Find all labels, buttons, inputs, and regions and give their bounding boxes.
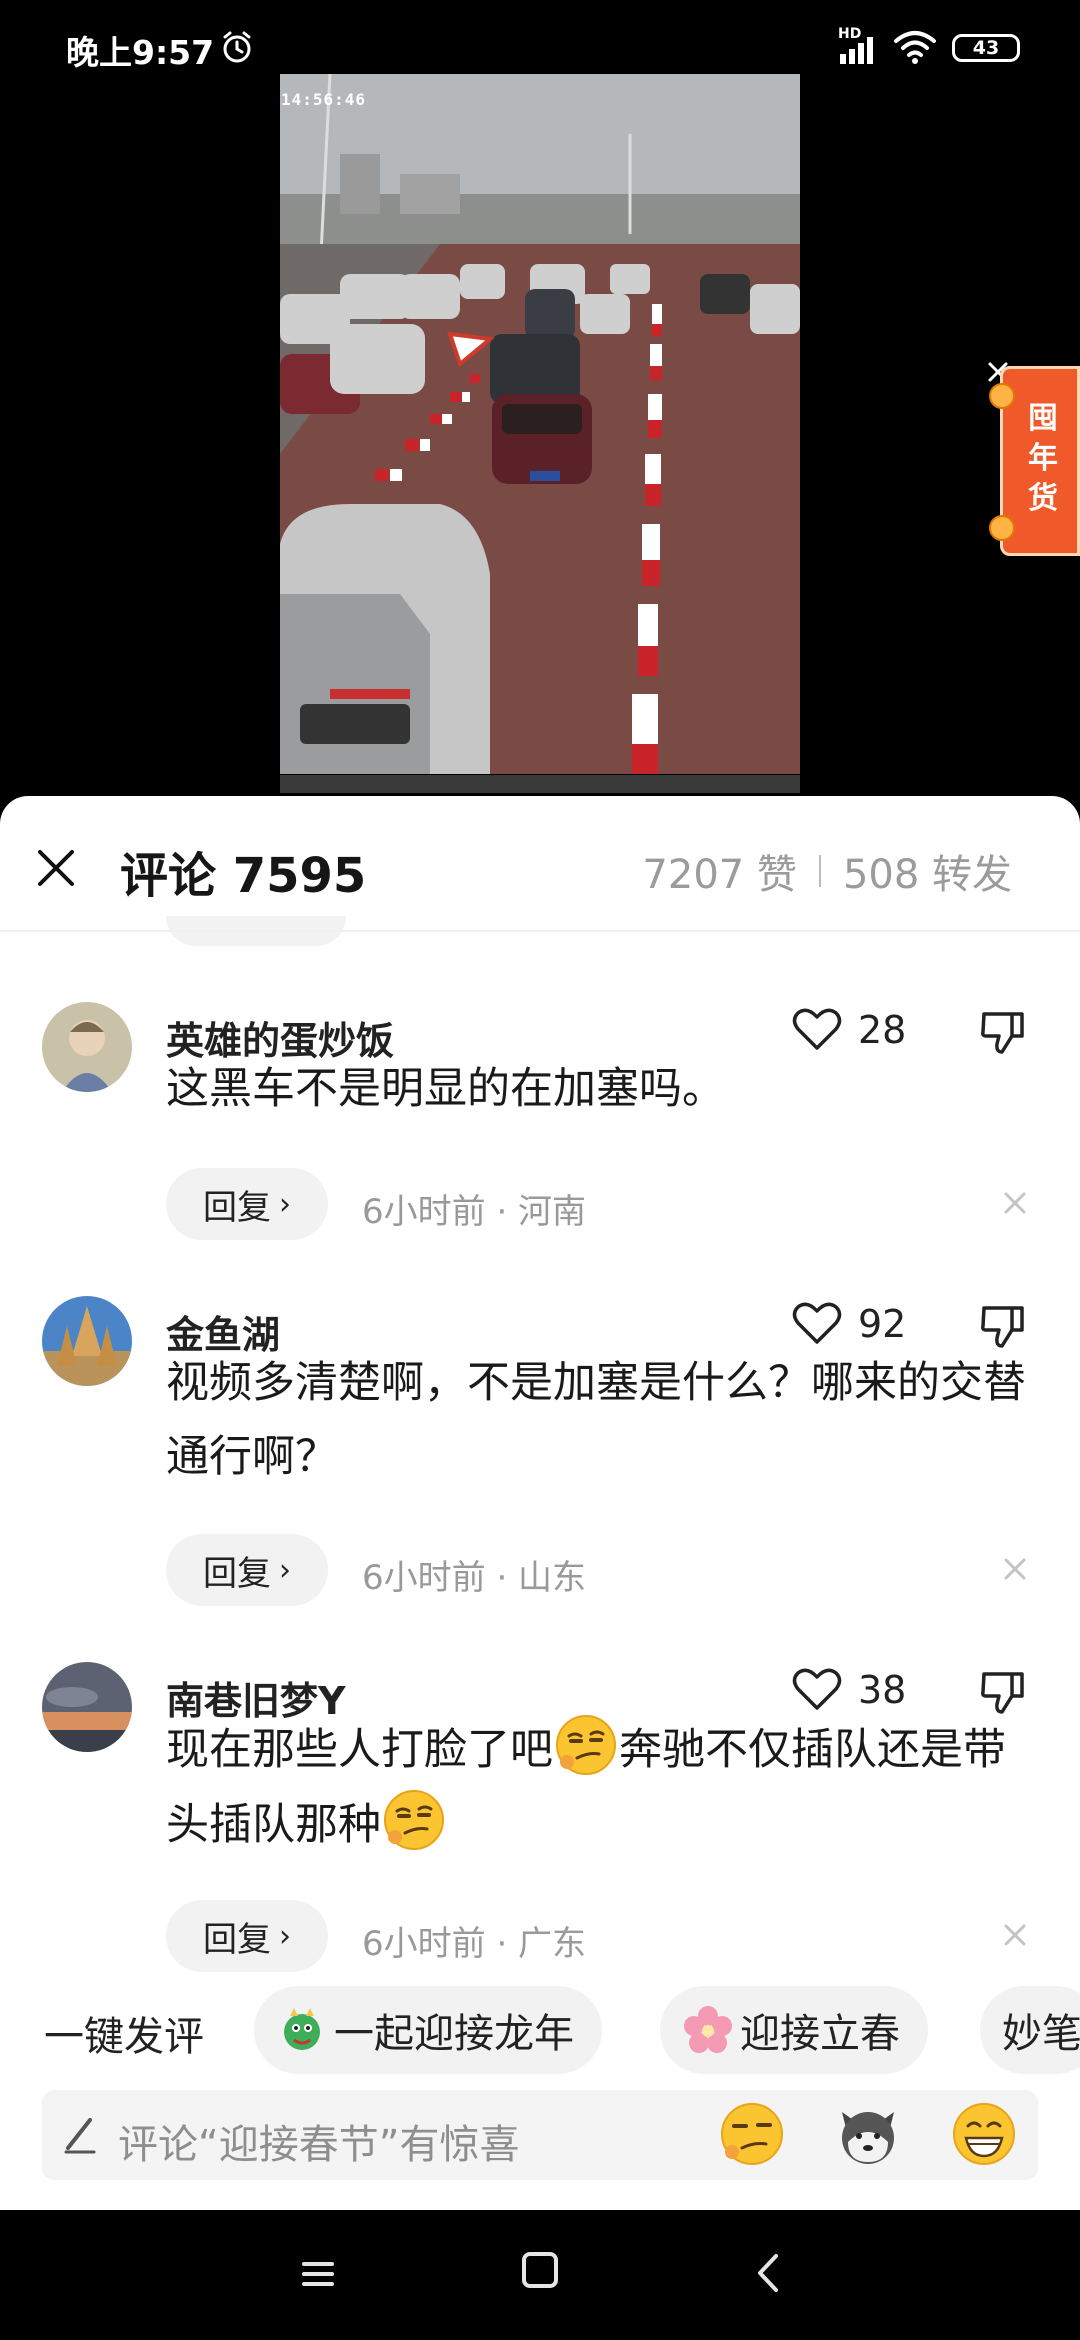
comments-sheet: 评论 7595 7207 赞 508 转发 英雄的蛋炒饭 28 这黑车不是明显的… <box>0 796 1080 2210</box>
reply-label: 回复 <box>203 1553 271 1594</box>
quick-reply-bar: 一键发评 一起迎接龙年 迎接立春 妙笔 <box>0 1980 1080 2080</box>
chip-label: 迎接立春 <box>740 2011 900 2057</box>
video-frame-image <box>280 74 800 774</box>
battery-level: 43 <box>972 37 1000 59</box>
reply-label: 回复 <box>203 1187 271 1228</box>
chevron-right-icon: › <box>279 1552 291 1588</box>
sheet-header: 评论 7595 7207 赞 508 转发 <box>0 796 1080 932</box>
heart-icon <box>792 1668 842 1710</box>
sheet-stats: 7207 赞 508 转发 <box>642 842 1012 900</box>
chevron-right-icon: › <box>279 1186 291 1222</box>
input-placeholder: 评论“迎接春节”有惊喜 <box>118 2122 520 2168</box>
menu-icon[interactable] <box>298 2254 338 2294</box>
dismiss-comment-icon[interactable] <box>998 1552 1032 1586</box>
comment-input[interactable]: 评论“迎接春节”有惊喜 <box>42 2090 1038 2180</box>
dismiss-comment-icon[interactable] <box>998 1918 1032 1952</box>
smirk-emoji-icon <box>384 1790 444 1850</box>
comment-list: 英雄的蛋炒饭 28 这黑车不是明显的在加塞吗。 回复 › 6小时前 · 河南 金… <box>0 932 1080 2036</box>
comments-title: 评论 7595 <box>120 848 367 904</box>
like-count: 92 <box>858 1302 907 1346</box>
thumbs-down-icon[interactable] <box>978 1006 1028 1056</box>
like-button[interactable]: 28 <box>792 1008 908 1052</box>
smirk-emoji-icon[interactable] <box>716 2098 788 2170</box>
home-icon[interactable] <box>522 2252 558 2288</box>
heart-icon <box>792 1008 842 1050</box>
quick-reply-chip[interactable]: 迎接立春 <box>660 1986 928 2074</box>
battery-icon: 43 <box>952 34 1020 62</box>
avatar[interactable] <box>42 1662 132 1752</box>
likes-total: 7207 赞 <box>642 852 797 898</box>
thumbs-down-icon[interactable] <box>978 1300 1028 1350</box>
alarm-icon <box>223 31 251 63</box>
reply-button[interactable]: 回复 › <box>166 1534 328 1606</box>
avatar[interactable] <box>42 1002 132 1092</box>
reply-button[interactable]: 回复 › <box>166 1168 328 1240</box>
chip-label: 一起迎接龙年 <box>334 2011 574 2057</box>
reply-button[interactable]: 回复 › <box>166 1900 328 1972</box>
blossom-icon <box>684 2006 732 2053</box>
chevron-right-icon: › <box>279 1918 291 1954</box>
comment-meta: 6小时前 · 广东 <box>362 1924 587 1964</box>
stats-divider <box>818 855 821 887</box>
like-button[interactable]: 92 <box>792 1302 908 1346</box>
dragon-icon <box>284 2008 320 2050</box>
signal-icon <box>840 37 873 64</box>
wifi-icon <box>894 31 936 64</box>
comment-meta: 6小时前 · 山东 <box>362 1558 587 1598</box>
promo-text: 囤年货 <box>1028 401 1058 516</box>
pen-icon <box>64 2118 96 2154</box>
lantern-icon <box>989 515 1015 541</box>
video-timestamp: 14:56:46 <box>281 90 367 109</box>
quick-reply-chip[interactable]: 妙笔 <box>980 1986 1080 2074</box>
status-time: 晚上9:57 <box>66 33 215 72</box>
close-icon[interactable] <box>30 842 82 894</box>
heart-icon <box>792 1302 842 1344</box>
comment-text-part: 现在那些人打脸了吧 <box>166 1725 553 1775</box>
lantern-icon <box>989 383 1015 409</box>
back-icon[interactable] <box>752 2250 782 2296</box>
comment-text: 视频多清楚啊，不是加塞是什么？哪来的交替通行啊？ <box>166 1358 1026 1482</box>
grin-emoji-icon[interactable] <box>948 2098 1020 2170</box>
like-count: 28 <box>858 1008 907 1052</box>
video-player[interactable] <box>280 74 800 774</box>
dismiss-comment-icon[interactable] <box>998 1186 1032 1220</box>
shares-total: 508 转发 <box>842 852 1012 898</box>
video-progress-bar[interactable] <box>280 775 800 793</box>
quick-reply-chip[interactable]: 一起迎接龙年 <box>254 1986 602 2074</box>
system-nav-bar <box>0 2210 1080 2340</box>
comment-meta: 6小时前 · 河南 <box>362 1192 587 1232</box>
like-button[interactable]: 38 <box>792 1668 908 1712</box>
reply-label: 回复 <box>203 1919 271 1960</box>
like-count: 38 <box>858 1668 907 1712</box>
comment-text: 现在那些人打脸了吧 奔驰不仅插队还是带头插队那种 <box>166 1712 1036 1862</box>
quick-reply-label: 一键发评 <box>44 2014 204 2060</box>
smirk-emoji-icon <box>556 1715 616 1775</box>
thumbs-down-icon[interactable] <box>978 1666 1028 1716</box>
comment-text: 这黑车不是明显的在加塞吗。 <box>166 1064 725 1114</box>
promo-widget[interactable]: 囤年货 <box>989 366 1080 556</box>
chip-label: 妙笔 <box>1002 2011 1080 2057</box>
avatar[interactable] <box>42 1296 132 1386</box>
husky-emoji-icon[interactable] <box>832 2098 904 2170</box>
